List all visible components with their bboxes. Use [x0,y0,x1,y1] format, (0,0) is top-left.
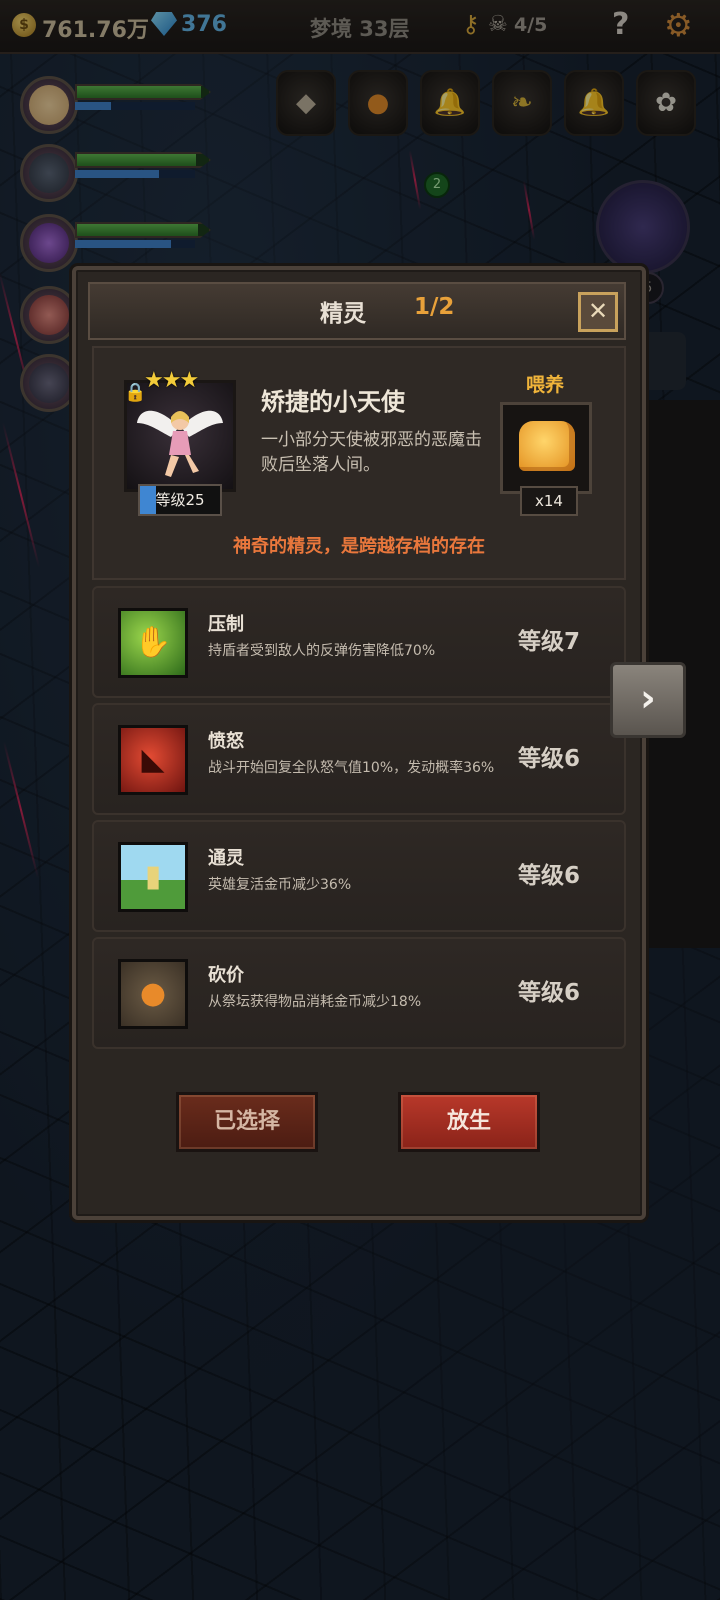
selected-button[interactable]: 已选择 [176,1092,318,1152]
angel-sprite-icon [137,410,223,477]
skill-level: 等级6 [518,863,581,889]
skill-level: 等级7 [518,629,581,655]
skill-row: ▮ 通灵 英雄复活金币减少36% 等级6 [92,820,626,932]
feed-button[interactable] [500,402,592,494]
bread-icon [519,421,575,471]
claw-icon: ✋ [118,608,188,678]
release-button[interactable]: 放生 [398,1092,540,1152]
dialog-title: 精灵 [320,301,366,327]
sprite-description: 一小部分天使被邪恶的恶魔击败后坠落人间。 [261,430,482,475]
panther-icon: ◣ [118,725,188,795]
skill-row: ● 砍价 从祭坛获得物品消耗金币减少18% 等级6 [92,937,626,1049]
skill-row: ◣ 愤怒 战斗开始回复全队怒气值10%，发动概率36% 等级6 [92,703,626,815]
sprite-name: 矫捷的小天使 [261,388,405,416]
skill-description: 英雄复活金币减少36% [208,877,352,893]
dialog-titlebar: 精灵 1/2 ✕ [88,282,626,340]
skill-level: 等级6 [518,980,581,1006]
lock-icon[interactable]: 🔒 [124,382,146,403]
feed-item-count: x14 [520,486,578,516]
sprite-dialog: 精灵 1/2 ✕ ★★★ 🔒 等级25 矫捷的小天使 一小部分天使被邪恶的恶魔击… [72,266,646,1220]
skill-name: 压制 [208,614,244,635]
feed-label: 喂养 [526,374,565,396]
rarity-stars: ★★★ [144,368,199,393]
sprite-level: 等级25 [155,491,205,509]
skill-description: 持盾者受到敌人的反弹伤害降低70% [208,643,436,659]
skill-description: 战斗开始回复全队怒气值10%，发动概率36% [208,760,495,776]
page-indicator: 1/2 [414,294,455,320]
altar-icon: ▮ [118,842,188,912]
skill-row: ✋ 压制 持盾者受到敌人的反弹伤害降低70% 等级7 [92,586,626,698]
skill-level: 等级6 [518,746,581,772]
next-page-arrow-icon[interactable]: › [610,662,686,738]
skill-name: 通灵 [208,848,244,869]
skill-name: 砍价 [208,965,244,986]
sprite-info-card: ★★★ 🔒 等级25 矫捷的小天使 一小部分天使被邪恶的恶魔击败后坠落人间。 喂… [92,346,626,580]
skill-description: 从祭坛获得物品消耗金币减少18% [208,994,422,1010]
sprite-tagline: 神奇的精灵，是跨越存档的存在 [233,536,485,557]
coins-icon: ● [118,959,188,1029]
close-button[interactable]: ✕ [578,292,618,332]
skill-name: 愤怒 [208,731,244,752]
sprite-level-tag: 等级25 [138,484,222,516]
